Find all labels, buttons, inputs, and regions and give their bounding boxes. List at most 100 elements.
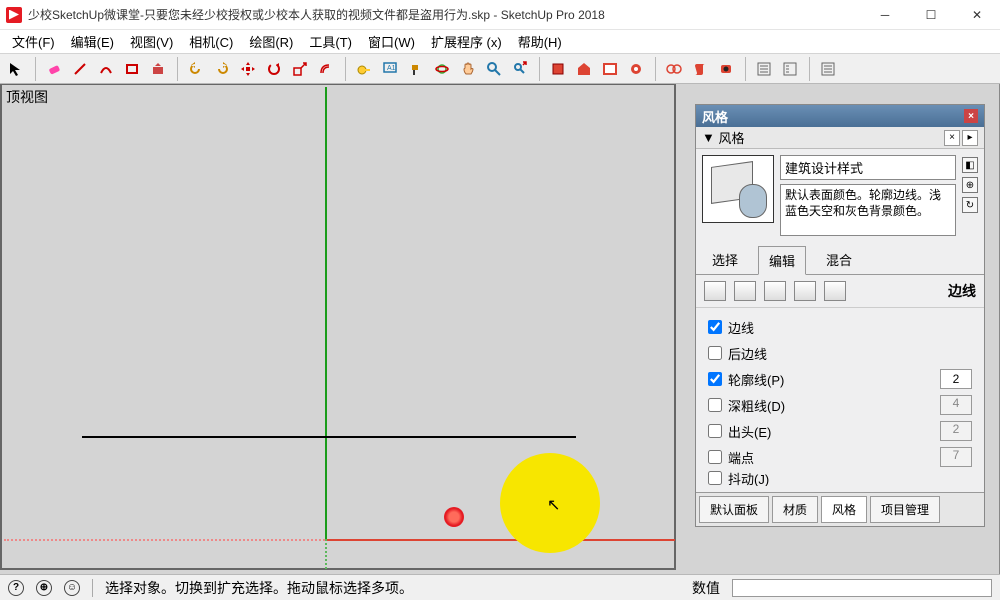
edge-settings-icon[interactable] bbox=[704, 281, 726, 301]
redo-icon[interactable] bbox=[210, 57, 234, 81]
axis-red-dotted bbox=[4, 539, 325, 541]
arc-tool-icon[interactable] bbox=[94, 57, 118, 81]
drawn-line[interactable] bbox=[82, 436, 576, 438]
minimize-button[interactable]: ─ bbox=[862, 0, 908, 30]
tray-close-icon[interactable]: × bbox=[964, 109, 978, 123]
offset-tool-icon[interactable] bbox=[314, 57, 338, 81]
pushpull-tool-icon[interactable] bbox=[146, 57, 170, 81]
component-icon[interactable] bbox=[546, 57, 570, 81]
style-description[interactable]: 默认表面颜色。轮廓边线。浅蓝色天空和灰色背景颜色。 bbox=[780, 184, 956, 236]
tab-select[interactable]: 选择 bbox=[702, 246, 748, 274]
undo-icon[interactable] bbox=[184, 57, 208, 81]
menu-window[interactable]: 窗口(W) bbox=[360, 30, 423, 53]
titlebar: 少校SketchUp微课堂-只要您未经少校授权或少校本人获取的视频文件都是盗用行… bbox=[0, 0, 1000, 30]
edges-label: 边线 bbox=[728, 318, 754, 337]
select-tool-icon[interactable] bbox=[4, 57, 28, 81]
style-create-icon[interactable]: ⊕ bbox=[962, 177, 978, 193]
plugin2-icon[interactable] bbox=[688, 57, 712, 81]
menu-camera[interactable]: 相机(C) bbox=[181, 30, 241, 53]
layers-icon[interactable] bbox=[778, 57, 802, 81]
paint-tool-icon[interactable] bbox=[404, 57, 428, 81]
collapse-icon[interactable]: ▼ bbox=[702, 130, 715, 145]
jitter-label: 抖动(J) bbox=[728, 470, 769, 486]
eraser-tool-icon[interactable] bbox=[42, 57, 66, 81]
panel-close-icon[interactable]: × bbox=[944, 130, 960, 146]
btab-project[interactable]: 项目管理 bbox=[870, 496, 940, 523]
orbit-tool-icon[interactable] bbox=[430, 57, 454, 81]
menu-help[interactable]: 帮助(H) bbox=[510, 30, 570, 53]
jitter-checkbox[interactable] bbox=[708, 471, 722, 485]
toolbar-separator bbox=[534, 57, 540, 81]
style-preview-row: 建筑设计样式 默认表面颜色。轮廓边线。浅蓝色天空和灰色背景颜色。 ◧ ⊕ ↻ bbox=[696, 149, 984, 242]
edge-section-label: 边线 bbox=[948, 281, 976, 301]
viewport[interactable]: 顶视图 ↖ bbox=[0, 84, 676, 570]
help-icon[interactable]: ? bbox=[8, 580, 24, 596]
zoom-extents-icon[interactable] bbox=[508, 57, 532, 81]
view-label: 顶视图 bbox=[6, 87, 48, 107]
profiles-checkbox[interactable] bbox=[708, 372, 722, 386]
edit-subpanel-icons: 边线 bbox=[696, 275, 984, 308]
modeling-settings-icon[interactable] bbox=[824, 281, 846, 301]
tray-titlebar[interactable]: 风格 × bbox=[696, 105, 984, 127]
tape-tool-icon[interactable] bbox=[352, 57, 376, 81]
btab-default[interactable]: 默认面板 bbox=[699, 496, 769, 523]
maximize-button[interactable]: ☐ bbox=[908, 0, 954, 30]
line-tool-icon[interactable] bbox=[68, 57, 92, 81]
text-tool-icon[interactable]: A1 bbox=[378, 57, 402, 81]
depth-value: 4 bbox=[940, 395, 972, 415]
tab-mix[interactable]: 混合 bbox=[816, 246, 862, 274]
panel-menu-icon[interactable]: ▸ bbox=[962, 130, 978, 146]
outliner-icon[interactable] bbox=[752, 57, 776, 81]
style-thumbnail[interactable] bbox=[702, 155, 774, 223]
vcb-input[interactable] bbox=[732, 579, 992, 597]
rectangle-tool-icon[interactable] bbox=[120, 57, 144, 81]
extension-value: 2 bbox=[940, 421, 972, 441]
menu-tools[interactable]: 工具(T) bbox=[301, 30, 360, 53]
list-icon[interactable] bbox=[816, 57, 840, 81]
extension-icon[interactable] bbox=[624, 57, 648, 81]
menu-draw[interactable]: 绘图(R) bbox=[241, 30, 301, 53]
profiles-value[interactable] bbox=[940, 369, 972, 389]
face-settings-icon[interactable] bbox=[734, 281, 756, 301]
window-title: 少校SketchUp微课堂-只要您未经少校授权或少校本人获取的视频文件都是盗用行… bbox=[28, 6, 862, 23]
style-tabs: 选择 编辑 混合 bbox=[696, 242, 984, 275]
style-name-input[interactable]: 建筑设计样式 bbox=[780, 155, 956, 180]
zoom-tool-icon[interactable] bbox=[482, 57, 506, 81]
menu-edit[interactable]: 编辑(E) bbox=[63, 30, 122, 53]
menu-view[interactable]: 视图(V) bbox=[122, 30, 181, 53]
back-edges-checkbox[interactable] bbox=[708, 346, 722, 360]
extension-checkbox[interactable] bbox=[708, 424, 722, 438]
scale-tool-icon[interactable] bbox=[288, 57, 312, 81]
tab-edit[interactable]: 编辑 bbox=[758, 246, 806, 275]
close-button[interactable]: ✕ bbox=[954, 0, 1000, 30]
panel-header[interactable]: ▼ 风格 × ▸ bbox=[696, 127, 984, 149]
toolbar-separator bbox=[740, 57, 746, 81]
style-update-icon[interactable]: ◧ bbox=[962, 157, 978, 173]
move-tool-icon[interactable] bbox=[236, 57, 260, 81]
geo-icon[interactable]: ⊕ bbox=[36, 580, 52, 596]
plugin3-icon[interactable] bbox=[714, 57, 738, 81]
btab-materials[interactable]: 材质 bbox=[772, 496, 818, 523]
rotate-tool-icon[interactable] bbox=[262, 57, 286, 81]
menu-extensions[interactable]: 扩展程序 (x) bbox=[423, 30, 510, 53]
watermark-settings-icon[interactable] bbox=[794, 281, 816, 301]
plugin1-icon[interactable] bbox=[662, 57, 686, 81]
toolbar-separator bbox=[30, 57, 36, 81]
background-settings-icon[interactable] bbox=[764, 281, 786, 301]
menu-file[interactable]: 文件(F) bbox=[4, 30, 63, 53]
extension-label: 出头(E) bbox=[728, 422, 771, 441]
style-refresh-icon[interactable]: ↻ bbox=[962, 197, 978, 213]
user-icon[interactable]: ☺ bbox=[64, 580, 80, 596]
btab-styles[interactable]: 风格 bbox=[821, 496, 867, 523]
warehouse-icon[interactable] bbox=[572, 57, 596, 81]
pan-tool-icon[interactable] bbox=[456, 57, 480, 81]
layout-icon[interactable] bbox=[598, 57, 622, 81]
edges-checkbox[interactable] bbox=[708, 320, 722, 334]
endpoints-value: 7 bbox=[940, 447, 972, 467]
main-toolbar: A1 bbox=[0, 54, 1000, 84]
edge-options: 边线 后边线 轮廓线(P) 深粗线(D)4 出头(E)2 端点7 抖动(J) bbox=[696, 308, 984, 492]
depth-checkbox[interactable] bbox=[708, 398, 722, 412]
endpoints-checkbox[interactable] bbox=[708, 450, 722, 464]
origin-marker bbox=[444, 507, 464, 527]
styles-tray[interactable]: 风格 × ▼ 风格 × ▸ 建筑设计样式 默认表面颜色。轮廓边线。浅蓝色天空和灰… bbox=[695, 104, 985, 527]
